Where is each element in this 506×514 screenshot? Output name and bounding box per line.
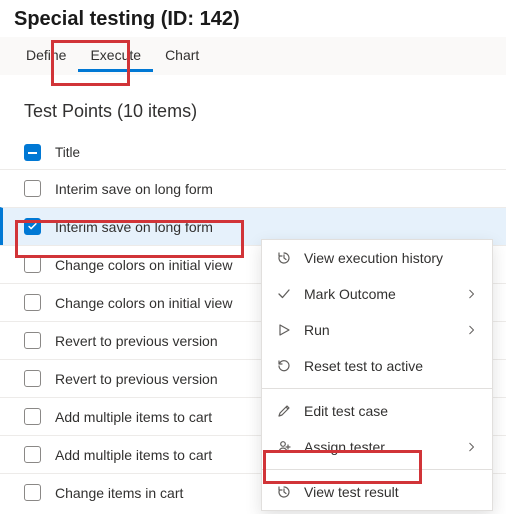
column-title: Title (55, 145, 80, 160)
play-icon (276, 322, 292, 338)
row-checkbox[interactable] (24, 294, 41, 311)
check-icon (276, 286, 292, 302)
menu-label: View execution history (304, 250, 478, 266)
menu-label: Reset test to active (304, 358, 478, 374)
menu-mark-outcome[interactable]: Mark Outcome (262, 276, 492, 312)
chevron-right-icon (466, 324, 478, 336)
row-checkbox[interactable] (24, 180, 41, 197)
menu-assign-tester[interactable]: Assign tester (262, 429, 492, 465)
row-checkbox[interactable] (24, 332, 41, 349)
row-checkbox[interactable] (24, 408, 41, 425)
menu-label: Assign tester (304, 439, 454, 455)
menu-view-history[interactable]: View execution history (262, 240, 492, 276)
context-menu: View execution history Mark Outcome Run … (261, 239, 493, 511)
menu-divider (262, 388, 492, 389)
menu-run[interactable]: Run (262, 312, 492, 348)
menu-view-test-result[interactable]: View test result (262, 474, 492, 510)
menu-label: Run (304, 322, 454, 338)
row-checkbox[interactable] (24, 256, 41, 273)
menu-divider (262, 469, 492, 470)
menu-edit-test-case[interactable]: Edit test case (262, 393, 492, 429)
tabbar: Define Execute Chart (0, 37, 506, 75)
history-icon (276, 484, 292, 500)
menu-reset[interactable]: Reset test to active (262, 348, 492, 384)
list-header: Title (0, 136, 506, 169)
tab-execute[interactable]: Execute (78, 41, 153, 72)
table-row[interactable]: Interim save on long form (0, 169, 506, 207)
chevron-right-icon (466, 441, 478, 453)
chevron-right-icon (466, 288, 478, 300)
person-icon (276, 439, 292, 455)
tab-define[interactable]: Define (14, 41, 78, 69)
row-checkbox[interactable] (24, 484, 41, 501)
menu-label: Mark Outcome (304, 286, 454, 302)
page-title: Special testing (ID: 142) (0, 0, 506, 37)
edit-icon (276, 403, 292, 419)
menu-label: View test result (304, 484, 478, 500)
row-checkbox[interactable] (24, 218, 41, 235)
menu-label: Edit test case (304, 403, 478, 419)
row-checkbox[interactable] (24, 370, 41, 387)
section-title: Test Points (10 items) (0, 75, 506, 136)
reset-icon (276, 358, 292, 374)
row-title: Interim save on long form (55, 181, 482, 197)
check-icon (27, 221, 38, 232)
history-icon (276, 250, 292, 266)
row-title: Interim save on long form (55, 219, 482, 235)
tab-chart[interactable]: Chart (153, 41, 211, 69)
row-checkbox[interactable] (24, 446, 41, 463)
select-all-checkbox[interactable] (24, 144, 41, 161)
